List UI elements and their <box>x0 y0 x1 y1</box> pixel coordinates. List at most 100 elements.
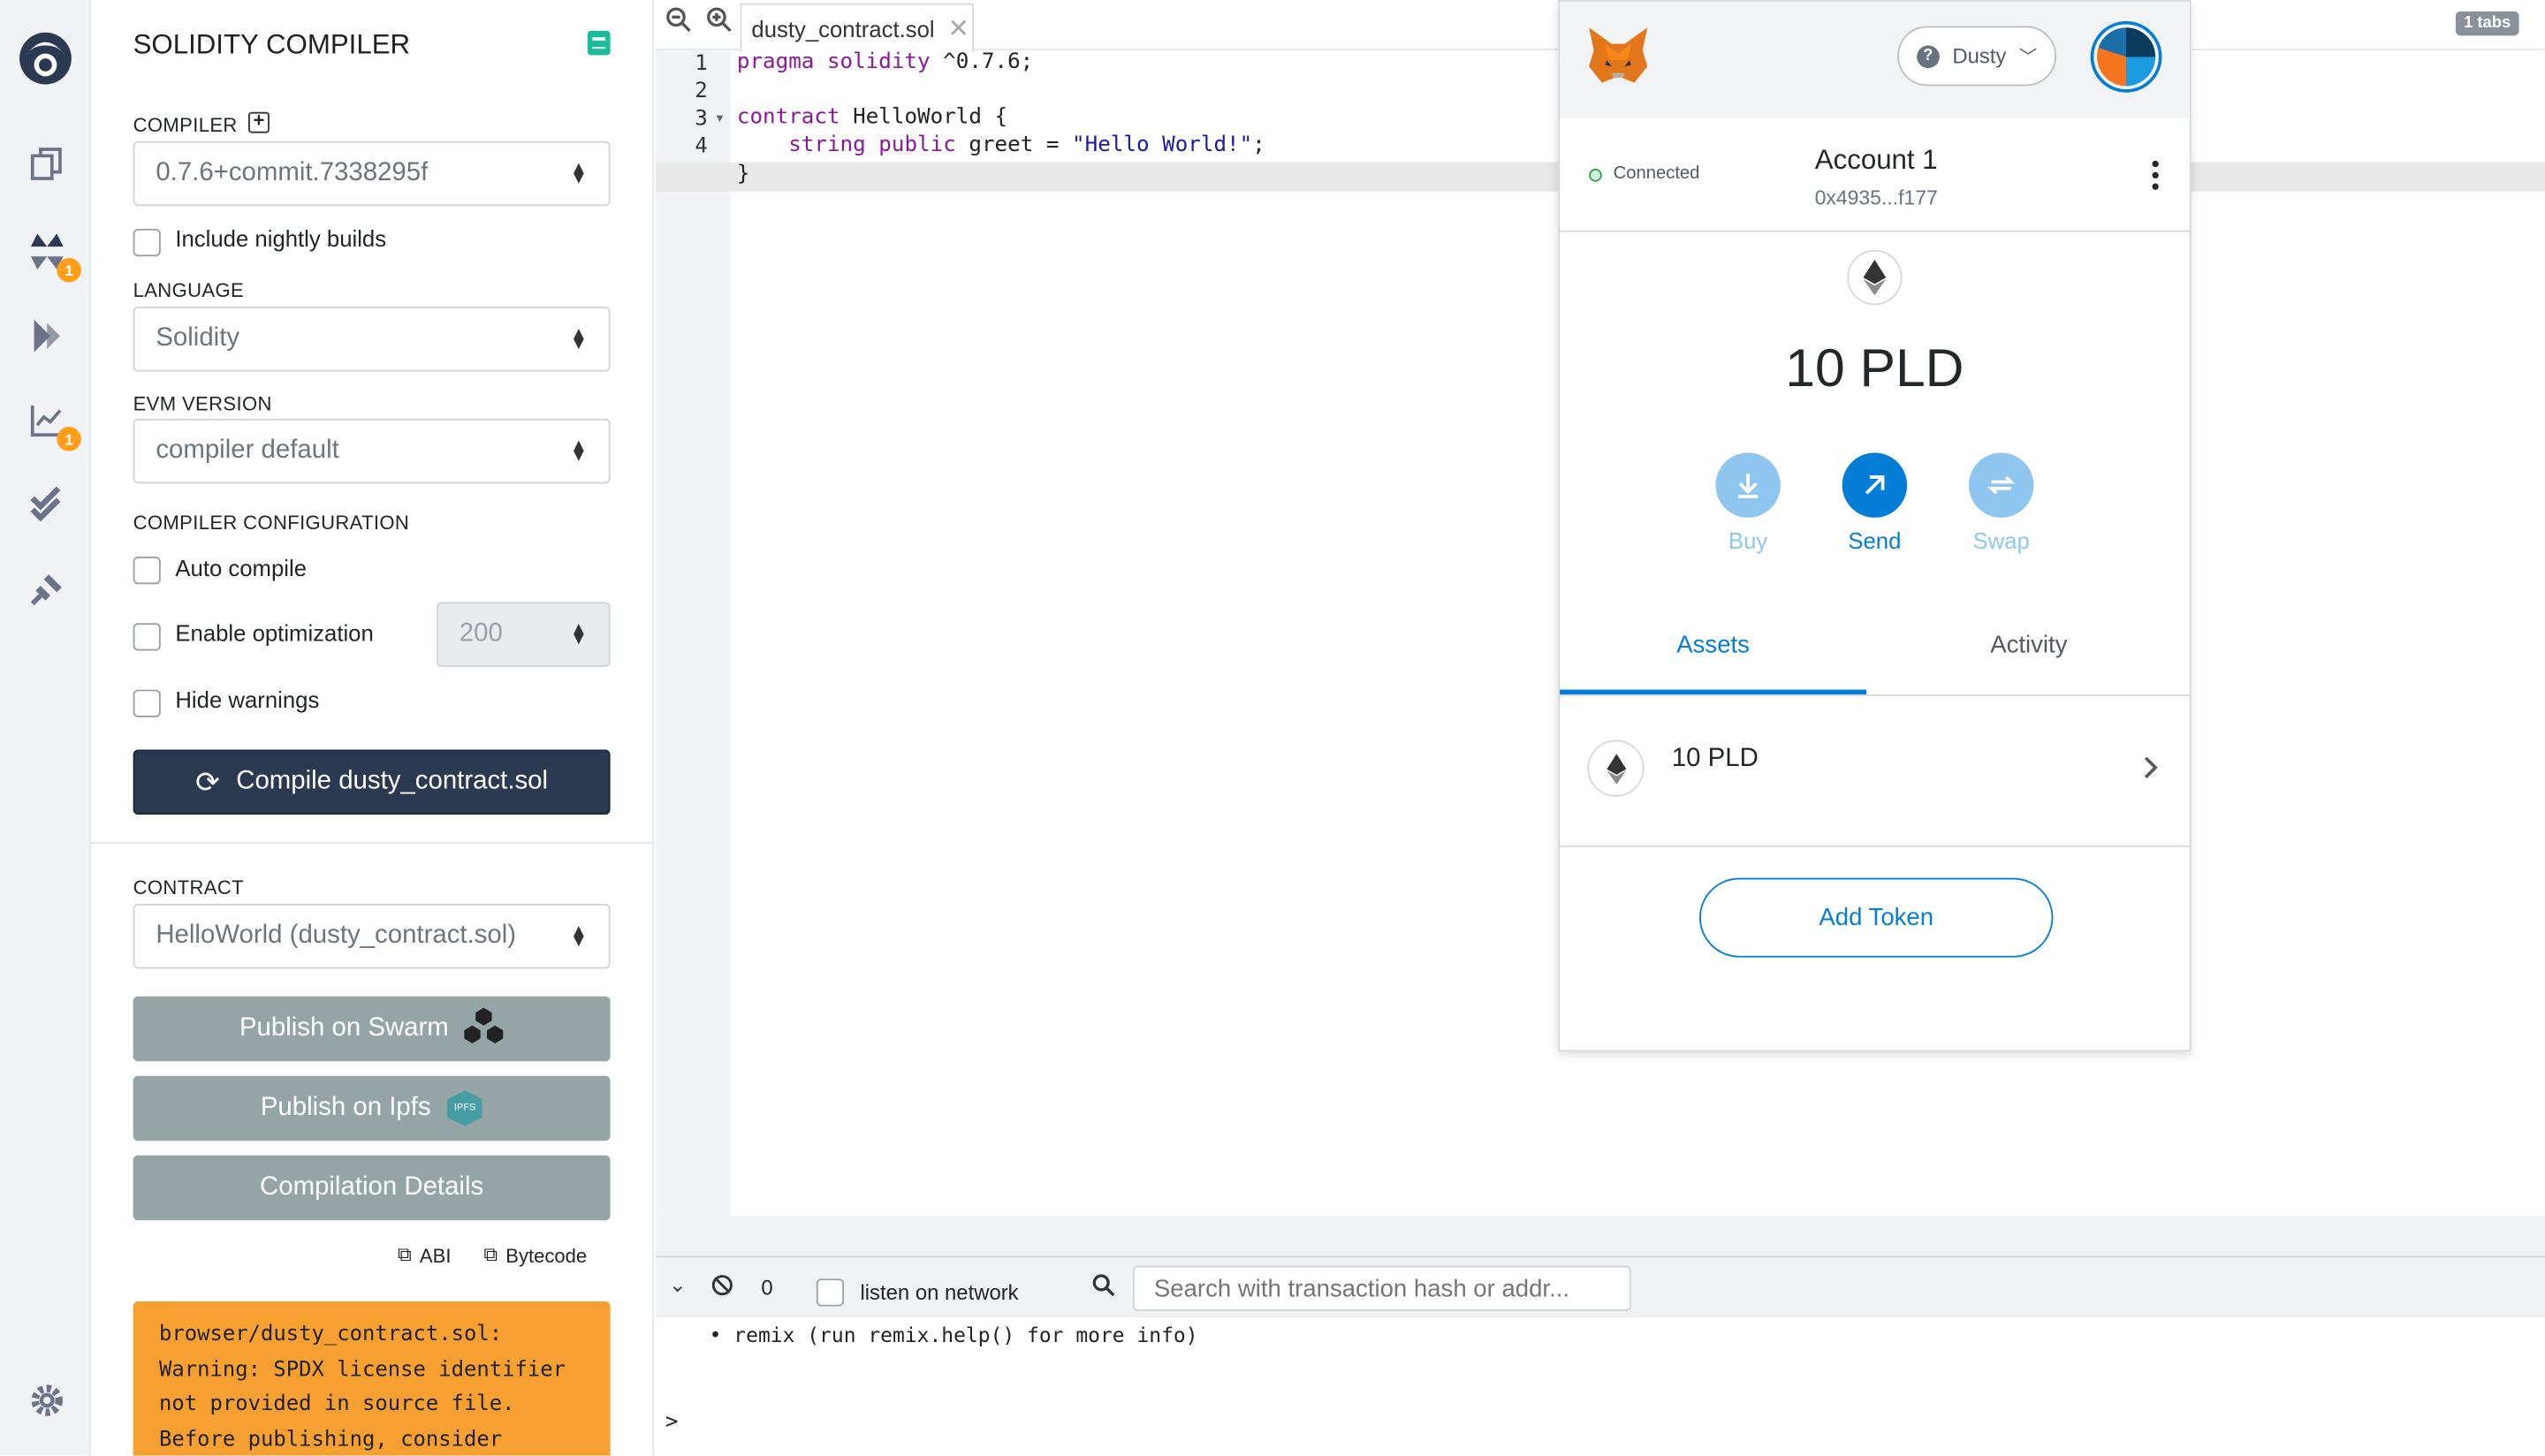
code-line-5: } <box>736 162 750 187</box>
evm-version-select[interactable]: compiler default ▲ ▼ <box>133 418 611 484</box>
tabs-count-badge[interactable]: 1 tabs <box>2455 11 2519 36</box>
solidity-compiler-panel: SOLIDITY COMPILER COMPILER + 0.7.6+commi… <box>90 0 655 1456</box>
compilation-details-button[interactable]: Compilation Details <box>133 1155 611 1221</box>
metamask-popup: ? Dusty ﹀ Connected Account 1 0x4935...f… <box>1558 0 2192 1052</box>
select-arrows-icon: ▲ ▼ <box>569 158 588 189</box>
warning-message: browser/dusty_contract.sol: Warning: SPD… <box>133 1301 611 1456</box>
chevron-down-icon: ﹀ <box>2019 48 2038 68</box>
stepper-arrows-icon[interactable]: ▲ ▼ <box>570 621 588 648</box>
optimization-checkbox[interactable] <box>133 623 161 651</box>
account-avatar[interactable] <box>2090 20 2162 93</box>
pending-tx-count: 0 <box>761 1275 773 1301</box>
account-menu-icon[interactable] <box>2152 160 2159 190</box>
zoom-in-icon[interactable] <box>706 6 732 41</box>
nightly-builds-checkbox[interactable] <box>133 228 161 257</box>
copy-icon: ⧉ <box>397 1242 412 1266</box>
ethereum-icon <box>1847 249 1903 306</box>
compile-button[interactable]: ⟳ Compile dusty_contract.sol <box>133 749 611 815</box>
send-button[interactable] <box>1842 452 1908 518</box>
compiler-version-select[interactable]: 0.7.6+commit.7338295f ▲ ▼ <box>133 140 611 207</box>
collapse-terminal-icon[interactable]: ⌄ <box>669 1272 687 1298</box>
terminal-search-input[interactable] <box>1133 1265 1631 1312</box>
swarm-icon <box>465 1006 505 1051</box>
copy-bytecode-button[interactable]: ⧉ Bytecode <box>483 1243 587 1268</box>
settings-gear-icon[interactable] <box>23 1376 72 1425</box>
language-value: Solidity <box>156 324 240 353</box>
terminal-line: • remix (run remix.help() for more info) <box>709 1322 1198 1347</box>
fold-arrow-icon[interactable]: ▼ <box>714 114 726 125</box>
analysis-icon[interactable]: 1 <box>23 396 81 451</box>
optimization-label: Enable optimization <box>175 619 374 647</box>
documentation-icon[interactable] <box>587 30 611 56</box>
language-select[interactable]: Solidity ▲ ▼ <box>133 307 611 372</box>
contract-select[interactable]: HelloWorld (dusty_contract.sol) ▲ ▼ <box>133 904 611 969</box>
asset-row[interactable] <box>1560 696 2190 847</box>
add-compiler-icon[interactable]: + <box>248 110 270 133</box>
publish-ipfs-button[interactable]: Publish on Ipfs IPFS <box>133 1075 611 1141</box>
select-arrows-icon: ▲ ▼ <box>569 436 588 466</box>
tab-activity[interactable]: Activity <box>1874 631 2183 658</box>
deploy-run-icon[interactable] <box>23 312 72 360</box>
optimization-runs-input[interactable]: 200 ▲ ▼ <box>437 602 611 667</box>
compiler-config-label: COMPILER CONFIGURATION <box>133 511 410 535</box>
search-icon <box>1092 1274 1115 1305</box>
editor-scroll-area <box>656 1215 2545 1256</box>
refresh-icon: ⟳ <box>195 765 220 798</box>
swap-label: Swap <box>1972 527 2030 554</box>
code-line-3: contract HelloWorld { <box>736 105 1008 130</box>
account-address[interactable]: 0x4935...f177 <box>1754 186 1998 209</box>
tab-dusty-contract[interactable]: dusty_contract.sol ✕ <box>740 3 975 52</box>
listen-network-checkbox[interactable] <box>816 1278 845 1307</box>
analysis-badge: 1 <box>57 427 81 451</box>
connected-status-label[interactable]: Connected <box>1614 164 1700 184</box>
publish-ipfs-label: Publish on Ipfs <box>260 1093 431 1122</box>
hide-warnings-label: Hide warnings <box>175 686 320 713</box>
divider <box>90 842 653 845</box>
remix-logo-icon[interactable] <box>13 26 78 90</box>
asset-balance: 10 PLD <box>1671 745 1759 773</box>
auto-compile-checkbox[interactable] <box>133 556 161 585</box>
zoom-out-icon[interactable] <box>665 6 691 41</box>
solidity-compiler-icon[interactable]: 1 <box>23 227 81 283</box>
chevron-right-icon <box>2142 755 2158 789</box>
buy-button[interactable] <box>1715 452 1781 518</box>
language-label: LANGUAGE <box>133 278 245 302</box>
hide-warnings-checkbox[interactable] <box>133 689 161 717</box>
account-name[interactable]: Account 1 <box>1754 144 1998 177</box>
plugin-manager-icon[interactable] <box>23 565 72 613</box>
compiler-badge: 1 <box>57 258 81 283</box>
evm-version-label: EVM VERSION <box>133 392 272 416</box>
line-number: 4 <box>695 134 708 159</box>
line-number-gutter: 1 2 3 ▼ 4 5 <box>656 49 731 1216</box>
code-line-4: string public greet = "Hello World!"; <box>788 133 1265 158</box>
ipfs-icon: IPFS <box>446 1090 483 1126</box>
evm-version-value: compiler default <box>156 436 339 465</box>
panel-title: SOLIDITY COMPILER <box>133 29 411 60</box>
buy-label: Buy <box>1728 527 1768 554</box>
asset-ethereum-icon <box>1587 739 1645 797</box>
icon-bar: 1 1 <box>0 0 91 1456</box>
code-line-1: pragma solidity ^0.7.6; <box>736 49 1034 75</box>
close-tab-icon[interactable]: ✕ <box>947 12 969 45</box>
clear-console-icon[interactable] <box>710 1274 733 1305</box>
line-number: 1 <box>695 51 708 77</box>
listen-network-label: listen on network <box>860 1280 1019 1305</box>
copy-abi-button[interactable]: ⧉ ABI <box>398 1243 451 1268</box>
metamask-fox-icon[interactable] <box>1585 25 1650 95</box>
network-selector[interactable]: ? Dusty ﹀ <box>1897 26 2057 87</box>
swap-button[interactable] <box>1968 452 2034 518</box>
contract-label: CONTRACT <box>133 876 244 899</box>
testing-icon[interactable] <box>23 481 72 529</box>
nightly-builds-label: Include nightly builds <box>175 225 387 252</box>
terminal-toolbar: ⌄ 0 listen on network <box>656 1255 2545 1318</box>
file-explorer-icon[interactable] <box>23 140 72 188</box>
tab-assets[interactable]: Assets <box>1560 631 1866 658</box>
select-arrows-icon: ▲ ▼ <box>569 921 588 952</box>
select-arrows-icon: ▲ ▼ <box>569 324 588 354</box>
balance-amount: 10 PLD <box>1785 337 1964 398</box>
network-help-icon: ? <box>1916 44 1940 68</box>
terminal-prompt[interactable]: > <box>665 1410 678 1435</box>
contract-value: HelloWorld (dusty_contract.sol) <box>156 921 517 950</box>
add-token-button[interactable]: Add Token <box>1699 877 2054 958</box>
publish-swarm-button[interactable]: Publish on Swarm <box>133 996 611 1062</box>
